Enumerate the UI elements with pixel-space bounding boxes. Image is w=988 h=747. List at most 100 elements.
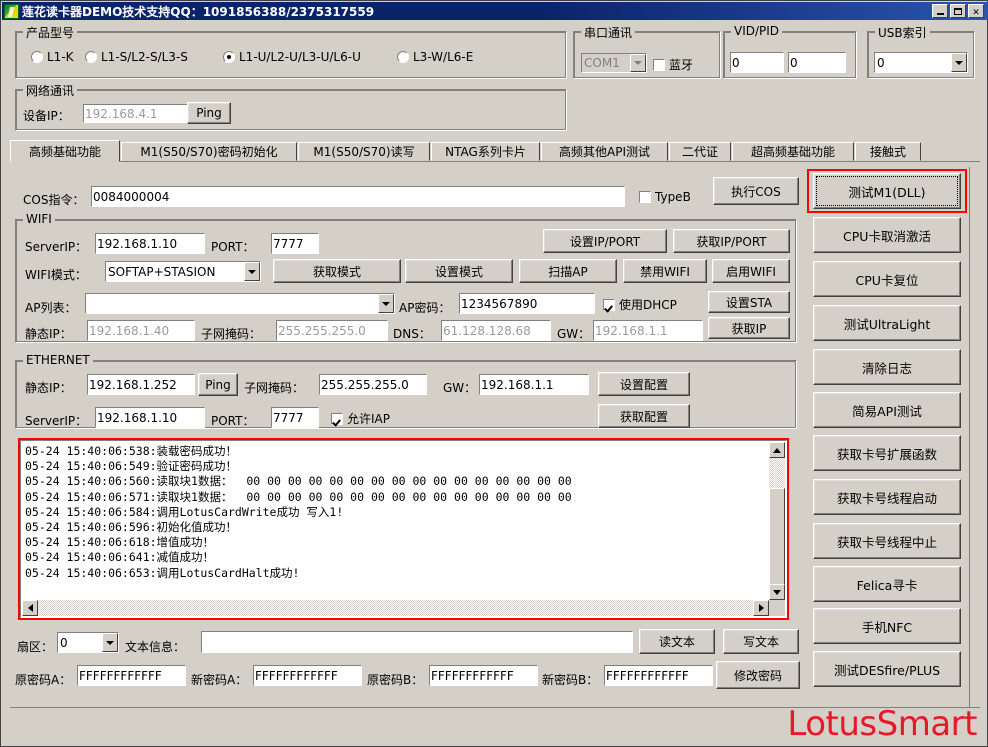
wifi-mask-input[interactable]: 255.255.255.0 <box>276 320 388 341</box>
simple-api-test-button[interactable]: 简易API测试 <box>813 392 961 428</box>
device-ip-label: 设备IP： <box>23 109 70 123</box>
com-port-select[interactable]: COM1 <box>581 53 647 73</box>
eth-port-input[interactable]: 7777 <box>271 407 319 428</box>
radio-circle <box>397 51 409 63</box>
get-mode-button[interactable]: 获取模式 <box>273 259 401 283</box>
ping-ethernet-button[interactable]: Ping <box>198 373 238 396</box>
set-ip-port-button[interactable]: 设置IP/PORT <box>543 229 667 253</box>
tab-uhf-basic[interactable]: 超高频基础功能 <box>732 142 854 161</box>
change-password-button[interactable]: 修改密码 <box>716 661 800 689</box>
wifi-legend: WIFI <box>23 212 55 226</box>
new-password-a-input[interactable]: FFFFFFFFFFFF <box>253 665 362 686</box>
use-dhcp-checkbox[interactable]: 使用DHCP <box>603 296 677 313</box>
get-ip-port-button[interactable]: 获取IP/PORT <box>673 229 790 253</box>
maximize-button[interactable] <box>950 4 966 18</box>
old-password-b-input[interactable]: FFFFFFFFFFFF <box>429 665 538 686</box>
wifi-mode-select[interactable]: SOFTAP+STASION <box>105 261 261 282</box>
cos-command-input[interactable]: 0084000004 <box>91 186 625 207</box>
ap-password-input[interactable]: 1234567890 <box>459 293 595 314</box>
enable-wifi-button[interactable]: 启用WIFI <box>712 259 790 283</box>
cpu-card-reset-button[interactable]: CPU卡复位 <box>813 261 961 297</box>
wifi-server-ip-input[interactable]: 192.168.1.10 <box>95 233 205 254</box>
scan-ap-button[interactable]: 扫描AP <box>519 259 617 283</box>
close-button[interactable]: ✕ <box>968 4 984 18</box>
app-icon <box>4 3 19 19</box>
scroll-thumb-vertical[interactable] <box>769 488 785 586</box>
checkbox-box <box>331 412 343 425</box>
chevron-down-icon[interactable] <box>951 53 967 72</box>
chevron-down-icon[interactable] <box>630 54 646 72</box>
vid-input[interactable]: 0 <box>730 52 784 73</box>
old-password-a-input[interactable]: FFFFFFFFFFFF <box>77 665 186 686</box>
allow-iap-label: 允许IAP <box>347 412 390 426</box>
tab-high-freq-basic[interactable]: 高频基础功能 <box>10 140 120 162</box>
pid-input[interactable]: 0 <box>788 52 846 73</box>
bluetooth-label: 蓝牙 <box>669 58 694 72</box>
get-card-number-ext-func-button[interactable]: 获取卡号扩展函数 <box>813 435 961 471</box>
eth-mask-input[interactable]: 255.255.255.0 <box>319 374 427 395</box>
wifi-server-ip-label: ServerIP： <box>25 240 88 254</box>
log-horizontal-scrollbar[interactable] <box>22 600 769 616</box>
cpu-card-deactivate-button[interactable]: CPU卡取消激活 <box>813 217 961 253</box>
wifi-static-ip-input[interactable]: 192.168.1.40 <box>87 320 195 341</box>
log-vertical-scrollbar[interactable] <box>769 442 785 600</box>
scroll-track[interactable] <box>22 600 769 616</box>
tab-high-freq-other-api[interactable]: 高频其他API测试 <box>541 142 668 161</box>
text-info-input[interactable] <box>201 631 633 653</box>
chevron-down-icon[interactable] <box>378 294 394 313</box>
tab-contact[interactable]: 接触式 <box>855 142 921 161</box>
radio-l1-k[interactable]: L1-K <box>31 50 74 64</box>
exec-cos-button[interactable]: 执行COS <box>713 177 799 205</box>
title-bar: 莲花读卡器DEMO技术支持QQ：1091856388/2375317559 ✕ <box>2 2 988 20</box>
radio-label: L3-W/L6-E <box>413 50 474 64</box>
device-ip-input[interactable]: 192.168.4.1 <box>83 104 193 123</box>
scroll-right-button[interactable] <box>753 600 769 616</box>
eth-static-ip-input[interactable]: 192.168.1.252 <box>87 374 195 395</box>
tab-m1-password-init[interactable]: M1(S50/S70)密码初始化 <box>121 142 297 161</box>
wifi-mode-label: WIFI模式： <box>25 268 87 282</box>
clear-log-button[interactable]: 清除日志 <box>813 349 961 385</box>
wifi-dns-input[interactable]: 61.128.128.68 <box>441 320 551 341</box>
test-ultralight-button[interactable]: 测试UltraLight <box>813 305 961 341</box>
typeb-checkbox[interactable]: TypeB <box>639 190 691 204</box>
wifi-port-input[interactable]: 7777 <box>271 233 319 254</box>
eth-server-ip-input[interactable]: 192.168.1.10 <box>95 407 205 428</box>
write-text-button[interactable]: 写文本 <box>723 629 799 654</box>
sector-select[interactable]: 0 <box>57 632 119 653</box>
get-card-number-thread-stop-button[interactable]: 获取卡号线程中止 <box>813 523 961 559</box>
ap-list-select[interactable] <box>85 293 395 314</box>
log-textarea[interactable]: 05-24 15:40:06:538:装载密码成功！ 05-24 15:40:0… <box>20 440 787 618</box>
scroll-up-button[interactable] <box>769 442 785 458</box>
get-card-number-thread-start-button[interactable]: 获取卡号线程启动 <box>813 479 961 515</box>
new-password-b-input[interactable]: FFFFFFFFFFFF <box>604 665 713 686</box>
get-config-button[interactable]: 获取配置 <box>598 404 690 428</box>
set-sta-button[interactable]: 设置STA <box>708 291 790 313</box>
radio-l1s-l2s-l3s[interactable]: L1-S/L2-S/L3-S <box>85 50 188 64</box>
disable-wifi-button[interactable]: 禁用WIFI <box>623 259 707 283</box>
usb-index-select[interactable]: 0 <box>874 52 968 73</box>
felica-search-card-button[interactable]: Felica寻卡 <box>813 566 961 602</box>
scroll-left-button[interactable] <box>22 600 38 616</box>
tab-second-gen-id[interactable]: 二代证 <box>669 142 731 161</box>
wifi-gw-input[interactable]: 192.168.1.1 <box>593 320 703 341</box>
serial-comm-legend: 串口通讯 <box>581 24 636 41</box>
get-ip-button[interactable]: 获取IP <box>708 317 790 339</box>
bluetooth-checkbox[interactable]: 蓝牙 <box>653 56 693 73</box>
set-mode-button[interactable]: 设置模式 <box>405 259 513 283</box>
test-m1-dll-button[interactable]: 测试M1(DLL) <box>813 173 961 209</box>
ping-network-button[interactable]: Ping <box>187 102 231 124</box>
chevron-down-icon[interactable] <box>102 633 118 652</box>
chevron-down-icon[interactable] <box>244 262 260 281</box>
tab-m1-read-write[interactable]: M1(S50/S70)读写 <box>298 142 430 161</box>
mobile-nfc-button[interactable]: 手机NFC <box>813 608 961 644</box>
allow-iap-checkbox[interactable]: 允许IAP <box>331 410 390 427</box>
eth-gw-input[interactable]: 192.168.1.1 <box>479 374 589 395</box>
set-config-button[interactable]: 设置配置 <box>598 372 690 396</box>
scroll-down-button[interactable] <box>769 584 785 600</box>
minimize-button[interactable] <box>932 4 948 18</box>
test-desfire-plus-button[interactable]: 测试DESfire/PLUS <box>813 651 961 687</box>
tab-ntag-cards[interactable]: NTAG系列卡片 <box>431 142 540 161</box>
radio-l1u-l2u-l3u-l6u[interactable]: L1-U/L2-U/L3-U/L6-U <box>223 50 361 64</box>
read-text-button[interactable]: 读文本 <box>639 629 715 654</box>
radio-l3w-l6e[interactable]: L3-W/L6-E <box>397 50 473 64</box>
